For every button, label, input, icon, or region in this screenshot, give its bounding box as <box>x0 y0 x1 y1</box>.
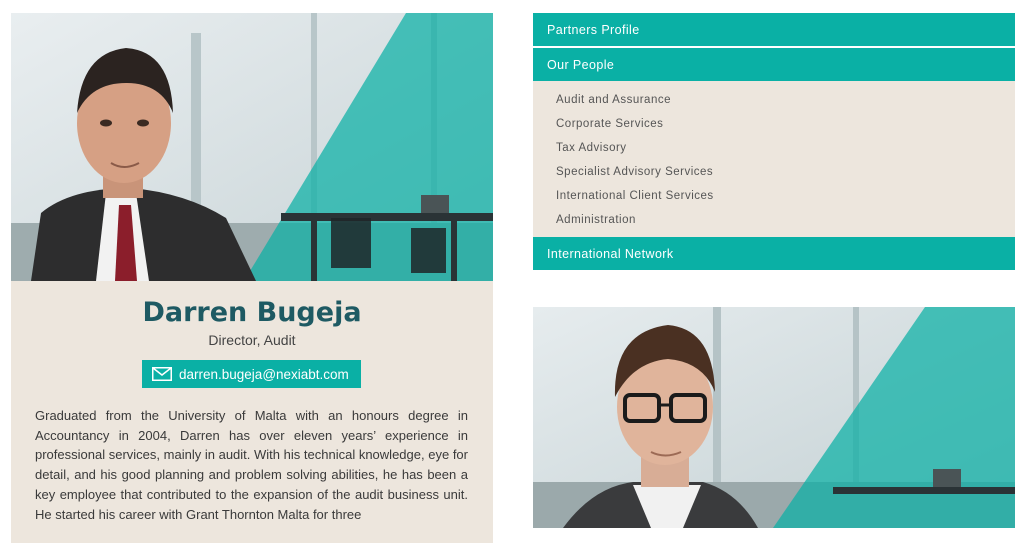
person-bio: Graduated from the University of Malta w… <box>35 408 468 522</box>
person-name: Darren Bugeja <box>142 297 362 328</box>
submenu-item-specialist[interactable]: Specialist Advisory Services <box>533 160 1015 184</box>
our-people-submenu: Audit and Assurance Corporate Services T… <box>533 81 1015 237</box>
submenu-item-corporate[interactable]: Corporate Services <box>533 112 1015 136</box>
person-role: Director, Audit <box>208 332 296 348</box>
menu-item-partners-profile[interactable]: Partners Profile <box>533 13 1015 46</box>
menu-item-international-network[interactable]: International Network <box>533 237 1015 270</box>
email-address: darren.bugeja@nexiabt.com <box>179 366 349 382</box>
submenu-item-audit[interactable]: Audit and Assurance <box>533 88 1015 112</box>
menu-item-our-people[interactable]: Our People <box>533 48 1015 81</box>
profile-card: Darren Bugeja Director, Audit darren.bug… <box>11 13 493 543</box>
second-profile-photo <box>533 307 1015 528</box>
envelope-icon <box>152 367 172 381</box>
submenu-item-international-client[interactable]: International Client Services <box>533 184 1015 208</box>
profile-photo <box>11 13 493 281</box>
people-nav-menu: Partners Profile Our People Audit and As… <box>533 13 1015 270</box>
email-button[interactable]: darren.bugeja@nexiabt.com <box>142 360 361 388</box>
submenu-item-administration[interactable]: Administration <box>533 208 1015 232</box>
submenu-item-tax[interactable]: Tax Advisory <box>533 136 1015 160</box>
